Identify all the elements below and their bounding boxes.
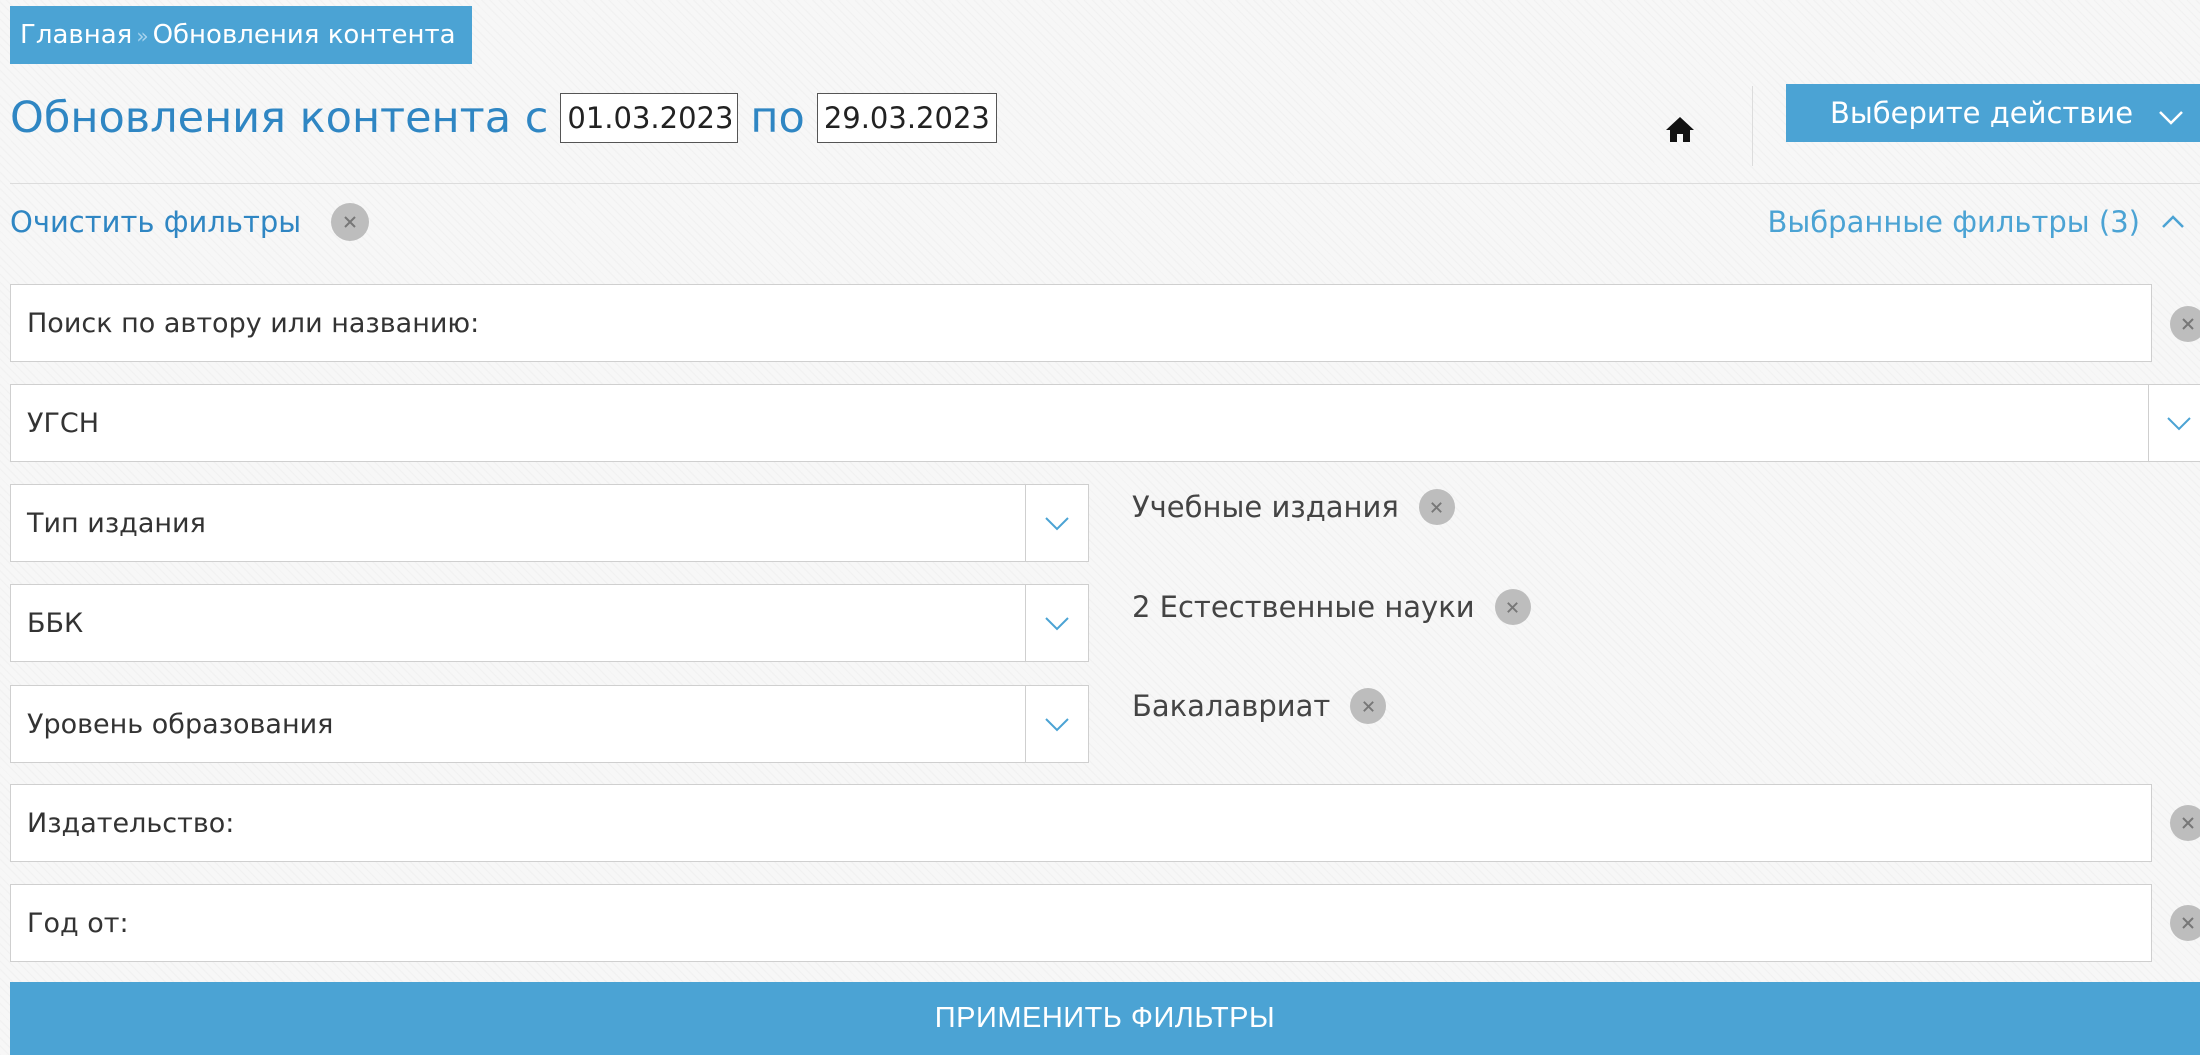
- chevron-down-icon[interactable]: [1025, 585, 1088, 661]
- home-icon[interactable]: [1664, 114, 1696, 144]
- chevron-down-icon[interactable]: [1025, 686, 1088, 762]
- tag-label: 2 Естественные науки: [1132, 590, 1475, 624]
- bbk-select[interactable]: ББК: [10, 584, 1089, 662]
- year-from-input[interactable]: [27, 885, 2151, 961]
- edition-type-select[interactable]: Тип издания: [10, 484, 1089, 562]
- page-title-prefix: Обновления контента с: [10, 93, 549, 143]
- chevron-down-icon[interactable]: [1025, 485, 1088, 561]
- publisher-field[interactable]: [10, 784, 2152, 862]
- tag-label: Учебные издания: [1132, 490, 1399, 524]
- year-from-field[interactable]: [10, 884, 2152, 962]
- toolbar-divider: [1752, 86, 1753, 166]
- selected-tag-education-level: Бакалавриат: [1132, 685, 1387, 727]
- clear-filters-label: Очистить фильтры: [10, 205, 302, 239]
- page-title-middle: по: [750, 93, 805, 143]
- apply-filters-button[interactable]: ПРИМЕНИТЬ ФИЛЬТРЫ: [10, 982, 2200, 1055]
- close-icon[interactable]: [1494, 589, 1531, 625]
- breadcrumb-current: Обновления контента: [152, 20, 456, 50]
- search-field[interactable]: [10, 284, 2152, 362]
- close-icon[interactable]: [1350, 688, 1387, 724]
- breadcrumb: Главная» Обновления контента: [10, 6, 472, 64]
- education-level-label: Уровень образования: [27, 708, 334, 740]
- select-action-label: Выберите действие: [1830, 96, 2134, 130]
- close-icon[interactable]: [2170, 805, 2200, 841]
- tag-label: Бакалавриат: [1132, 689, 1331, 723]
- close-icon[interactable]: [2170, 306, 2200, 342]
- ugsn-label: УГСН: [27, 407, 100, 439]
- publisher-input[interactable]: [27, 785, 2151, 861]
- breadcrumb-home-link[interactable]: Главная: [20, 20, 132, 50]
- selected-filters-toggle[interactable]: Выбранные фильтры (3): [1740, 200, 2200, 244]
- close-icon[interactable]: [1418, 489, 1455, 525]
- chevron-down-icon: [2154, 96, 2188, 130]
- close-icon[interactable]: [2170, 905, 2200, 941]
- date-from-input[interactable]: [560, 93, 739, 143]
- close-icon[interactable]: [331, 203, 370, 241]
- edition-type-label: Тип издания: [27, 507, 206, 539]
- selected-filters-label: Выбранные фильтры (3): [1767, 205, 2141, 239]
- select-action-dropdown[interactable]: Выберите действие: [1786, 84, 2200, 142]
- chevron-up-icon: [2162, 215, 2184, 228]
- page-title: Обновления контента с по: [10, 86, 1009, 150]
- date-to-input[interactable]: [816, 93, 997, 143]
- selected-tag-edition-type: Учебные издания: [1132, 486, 1455, 528]
- bbk-label: ББК: [27, 607, 84, 639]
- search-input[interactable]: [27, 285, 2151, 361]
- chevron-down-icon[interactable]: [2148, 385, 2200, 461]
- breadcrumb-separator: »: [136, 24, 149, 48]
- clear-filters-button[interactable]: Очистить фильтры: [10, 200, 370, 244]
- header-divider: [10, 183, 2200, 184]
- education-level-select[interactable]: Уровень образования: [10, 685, 1089, 763]
- ugsn-select[interactable]: УГСН: [10, 384, 2200, 462]
- selected-tag-bbk: 2 Естественные науки: [1132, 586, 1531, 628]
